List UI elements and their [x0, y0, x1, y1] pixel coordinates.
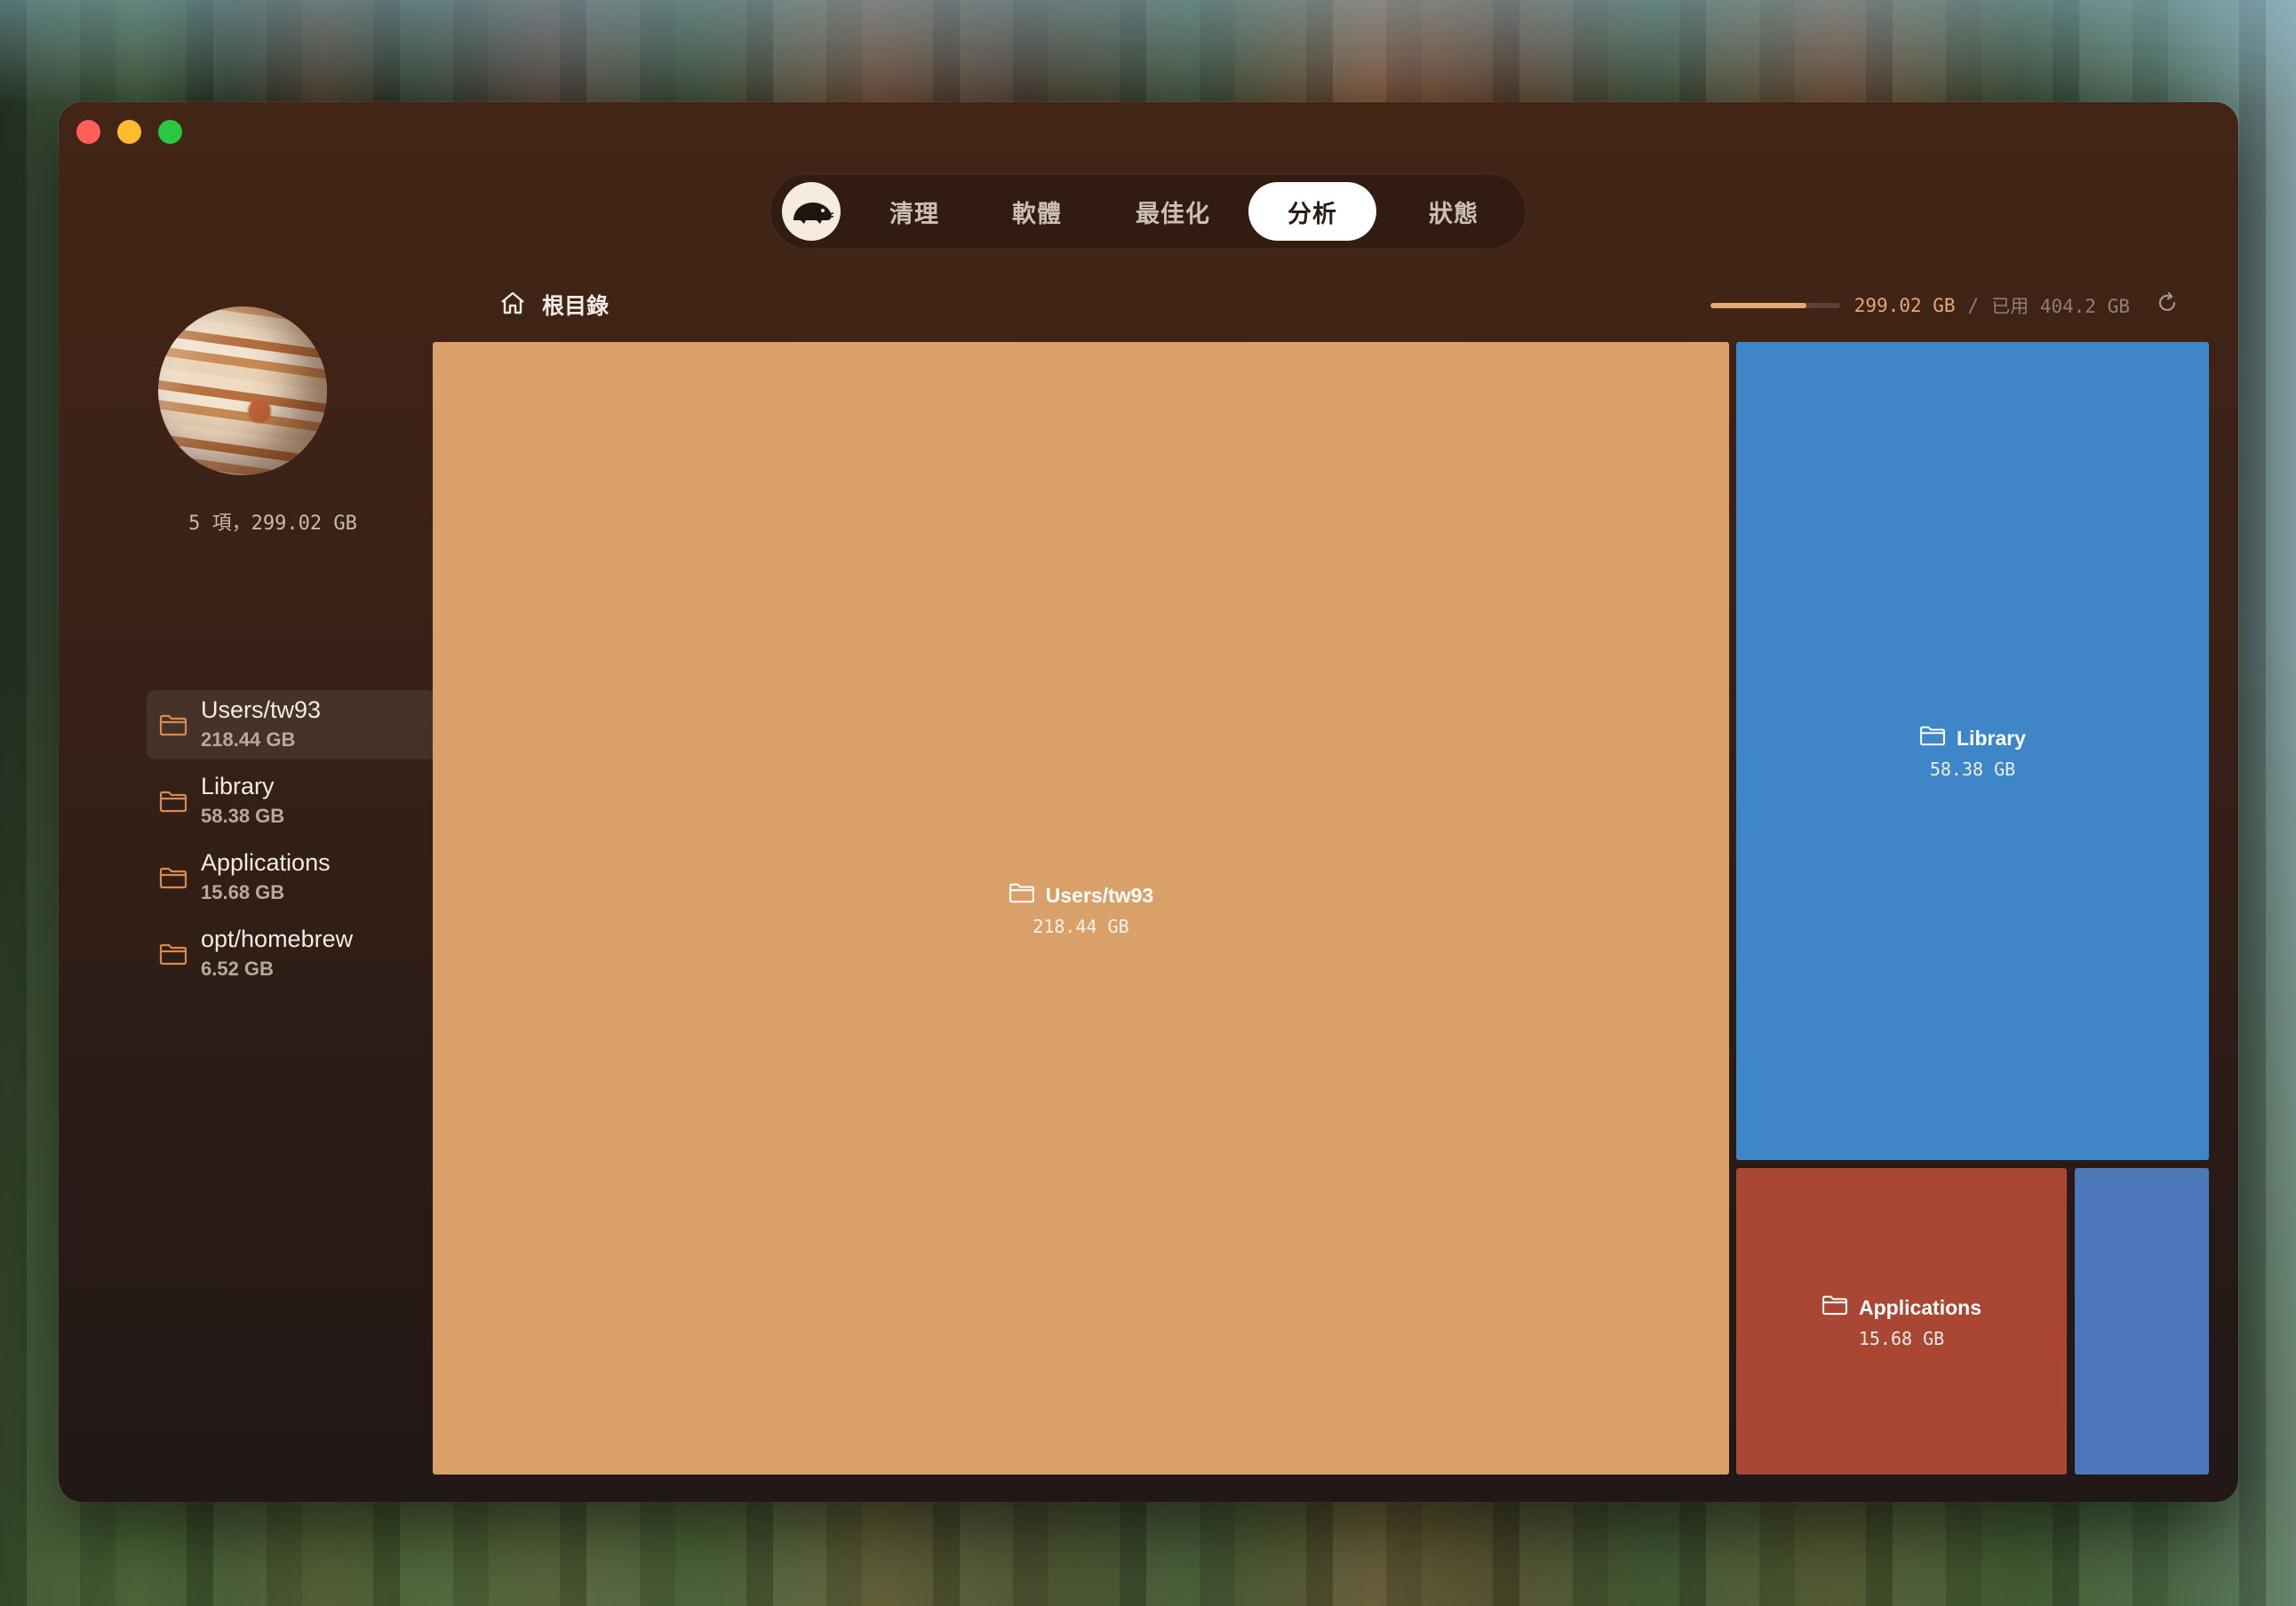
maximize-window-button[interactable]	[158, 120, 182, 144]
treemap-tile-applications[interactable]: Applications 15.68 GB	[1736, 1168, 2067, 1475]
tile-name: Library	[1957, 726, 2026, 750]
list-item-size: 218.44 GB	[201, 728, 296, 751]
treemap-tile-homebrew[interactable]	[2075, 1168, 2209, 1475]
tab-optimize[interactable]: 最佳化	[1111, 182, 1235, 241]
treemap-tile-users[interactable]: Users/tw93 218.44 GB	[433, 342, 1729, 1475]
list-item-library[interactable]: Library 58.38 GB	[147, 767, 459, 836]
disk-planet-graphic	[158, 306, 327, 475]
list-item-size: 6.52 GB	[201, 958, 274, 980]
refresh-icon[interactable]	[2155, 290, 2180, 320]
folder-icon	[159, 942, 187, 970]
window-controls	[76, 120, 182, 144]
list-item-name: Applications	[201, 849, 331, 876]
used-size-text: 299.02 GB	[1854, 294, 1956, 316]
folder-icon	[1008, 882, 1035, 909]
summary-text: 5 項，299.02 GB	[188, 513, 357, 535]
app-window: 清理 軟體 最佳化 分析 狀態 5 項，299.02 GB Users/tw93…	[59, 102, 2238, 1502]
mole-logo-icon[interactable]	[782, 182, 841, 241]
usage-separator: /	[1967, 294, 1980, 316]
tile-size: 58.38 GB	[1929, 759, 2016, 780]
tab-analyze[interactable]: 分析	[1248, 182, 1376, 241]
list-item-applications[interactable]: Applications 15.68 GB	[147, 843, 459, 912]
list-item-name: opt/homebrew	[201, 926, 354, 952]
usage-progress-fill	[1710, 302, 1806, 308]
folder-icon	[1919, 725, 1946, 751]
folder-icon	[159, 713, 187, 741]
tile-label: Users/tw93 218.44 GB	[433, 882, 1729, 937]
folder-icon	[159, 866, 187, 894]
folder-icon	[1822, 1294, 1848, 1321]
tab-status[interactable]: 狀態	[1391, 182, 1516, 241]
wallpaper-sky	[0, 0, 2296, 107]
breadcrumb-root-label: 根目錄	[542, 294, 610, 319]
home-icon	[499, 290, 526, 320]
minimize-window-button[interactable]	[117, 120, 141, 144]
tab-clean[interactable]: 清理	[865, 182, 963, 241]
tile-size: 15.68 GB	[1858, 1328, 1945, 1349]
main-nav: 清理 軟體 最佳化 分析 狀態	[769, 173, 1527, 250]
treemap-tile-library[interactable]: Library 58.38 GB	[1736, 342, 2209, 1160]
close-window-button[interactable]	[76, 120, 100, 144]
folder-list: Users/tw93 218.44 GB Library 58.38 GB Ap…	[147, 690, 459, 996]
total-size-text: 已用 404.2 GB	[1991, 295, 2130, 317]
tile-name: Users/tw93	[1045, 883, 1154, 907]
list-item-name: Users/tw93	[201, 696, 322, 723]
tile-label: Applications 15.68 GB	[1736, 1294, 2067, 1349]
list-item-users[interactable]: Users/tw93 218.44 GB	[147, 690, 459, 759]
tab-apps[interactable]: 軟體	[988, 182, 1086, 241]
usage-progress-bar	[1710, 302, 1840, 308]
folder-icon	[159, 790, 187, 817]
list-item-name: Library	[201, 773, 275, 799]
tile-name: Applications	[1858, 1295, 1981, 1319]
list-item-homebrew[interactable]: opt/homebrew 6.52 GB	[147, 919, 459, 989]
tile-size: 218.44 GB	[1032, 916, 1129, 937]
tile-label: Library 58.38 GB	[1736, 725, 2209, 780]
disk-usage: 299.02 GB / 已用 404.2 GB	[1710, 290, 2180, 320]
breadcrumb[interactable]: 根目錄	[499, 289, 609, 321]
list-item-size: 58.38 GB	[201, 805, 285, 827]
list-item-size: 15.68 GB	[201, 881, 285, 903]
